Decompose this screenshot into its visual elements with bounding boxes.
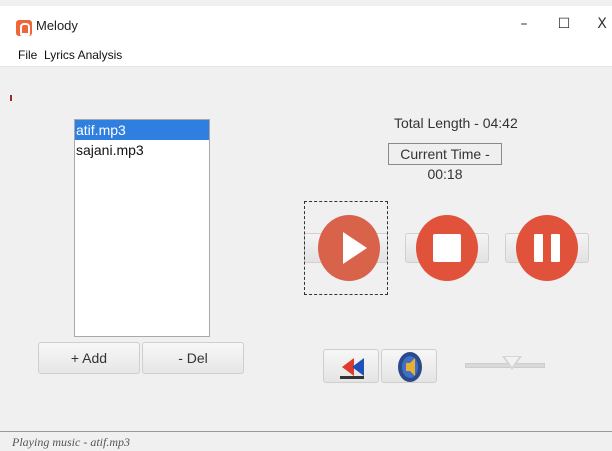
main-panel: atif.mp3 sajani.mp3 + Add - Del Total Le… [0, 67, 612, 431]
status-text: Playing music - atif.mp3 [12, 435, 130, 449]
app-window: Melody – ☐ X File Lyrics Analysis atif.m… [0, 0, 612, 451]
maximize-button[interactable]: ☐ [552, 16, 576, 32]
stop-icon [416, 215, 478, 281]
window-title: Melody [36, 18, 78, 33]
rewind-button[interactable] [323, 349, 379, 383]
playlist-item-atif[interactable]: atif.mp3 [75, 120, 209, 140]
pause-bar-right [551, 234, 560, 262]
app-logo-icon [16, 20, 32, 36]
edge-marker [10, 95, 12, 101]
stop-button[interactable] [405, 201, 489, 295]
status-bar: Playing music - atif.mp3 [0, 431, 612, 451]
close-button[interactable]: X [590, 16, 612, 32]
playlist-box[interactable]: atif.mp3 sajani.mp3 [74, 119, 210, 337]
delete-button[interactable]: - Del [142, 342, 244, 374]
menu-bar: File Lyrics Analysis [0, 44, 612, 67]
menu-file[interactable]: File [18, 48, 37, 62]
total-length-label: Total Length - 04:42 [394, 115, 518, 131]
add-button[interactable]: + Add [38, 342, 140, 374]
speaker-icon [398, 352, 422, 382]
current-time-label: Current Time - 00:18 [388, 143, 502, 182]
rewind-icon [340, 358, 364, 379]
pause-button[interactable] [505, 201, 589, 295]
volume-slider-thumb-face [505, 357, 519, 367]
mute-button[interactable] [381, 349, 437, 383]
stop-square [433, 234, 461, 262]
play-button[interactable] [304, 201, 388, 295]
pause-icon [516, 215, 578, 281]
minimize-button[interactable]: – [512, 16, 536, 32]
menu-lyrics-analysis[interactable]: Lyrics Analysis [44, 48, 122, 62]
playlist-item-sajani[interactable]: sajani.mp3 [75, 140, 209, 160]
title-bar: Melody – ☐ X [0, 6, 612, 44]
pause-bar-left [534, 234, 543, 262]
focus-outline [304, 201, 388, 295]
